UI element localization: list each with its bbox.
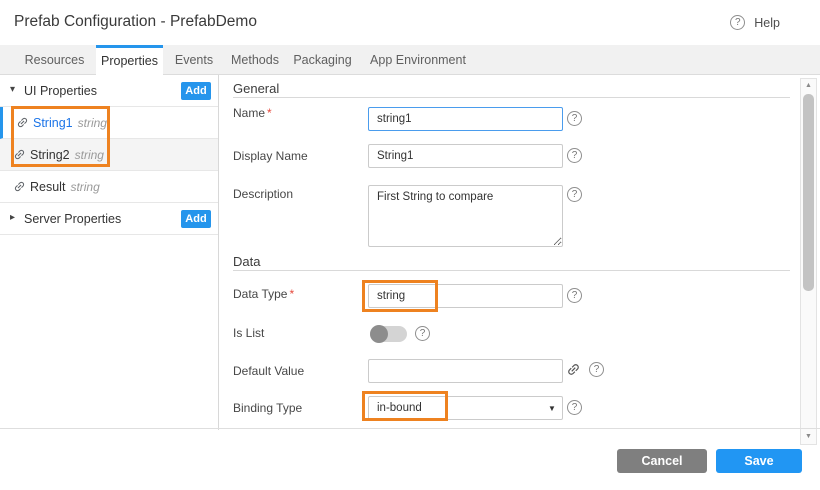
help-link[interactable]: ? Help bbox=[730, 15, 780, 30]
required-marker: * bbox=[289, 287, 294, 301]
scroll-down-icon[interactable]: ▼ bbox=[801, 431, 816, 443]
tab-bar: Resources Properties Events Methods Pack… bbox=[0, 45, 820, 75]
properties-sidebar: ▾ UI Properties Add String1 string String… bbox=[0, 75, 219, 430]
server-properties-header[interactable]: ▸ Server Properties Add bbox=[0, 203, 218, 235]
default-value-label: Default Value bbox=[233, 364, 304, 378]
scrollbar-thumb[interactable] bbox=[803, 94, 814, 291]
tab-app-environment[interactable]: App Environment bbox=[368, 45, 468, 75]
ui-properties-add-button[interactable]: Add bbox=[181, 82, 211, 100]
property-form: General Name* ? Display Name ? Descripti… bbox=[219, 75, 796, 430]
scroll-up-icon[interactable]: ▲ bbox=[801, 80, 816, 92]
property-type: string bbox=[75, 148, 104, 162]
section-divider bbox=[233, 270, 790, 271]
binding-type-select[interactable]: in-bound bbox=[368, 396, 563, 420]
tab-packaging[interactable]: Packaging bbox=[290, 45, 355, 75]
link-icon bbox=[16, 116, 29, 132]
tab-resources[interactable]: Resources bbox=[18, 45, 91, 75]
ui-properties-header[interactable]: ▾ UI Properties Add bbox=[0, 75, 218, 107]
general-section-title: General bbox=[233, 81, 279, 96]
required-marker: * bbox=[267, 106, 272, 120]
description-textarea[interactable]: First String to compare bbox=[368, 185, 563, 247]
help-icon[interactable]: ? bbox=[567, 111, 582, 126]
data-section-title: Data bbox=[233, 254, 260, 269]
binding-type-label: Binding Type bbox=[233, 401, 302, 415]
description-label: Description bbox=[233, 187, 293, 201]
sidebar-item-string1[interactable]: String1 string bbox=[0, 107, 218, 139]
help-label: Help bbox=[754, 16, 780, 30]
is-list-label: Is List bbox=[233, 326, 264, 340]
name-input[interactable] bbox=[368, 107, 563, 131]
display-name-input[interactable] bbox=[368, 144, 563, 168]
sidebar-item-result[interactable]: Result string bbox=[0, 171, 218, 203]
ui-properties-label: UI Properties bbox=[24, 84, 97, 98]
dialog-title: Prefab Configuration - PrefabDemo bbox=[14, 13, 257, 31]
caret-right-icon: ▸ bbox=[10, 212, 15, 223]
vertical-scrollbar[interactable]: ▲ ▼ bbox=[800, 78, 817, 445]
server-properties-add-button[interactable]: Add bbox=[181, 210, 211, 228]
tab-properties[interactable]: Properties bbox=[96, 45, 163, 75]
is-list-toggle[interactable] bbox=[370, 326, 407, 342]
toggle-knob bbox=[370, 325, 388, 343]
server-properties-label: Server Properties bbox=[24, 212, 121, 226]
data-type-label: Data Type* bbox=[233, 287, 294, 301]
tab-methods[interactable]: Methods bbox=[226, 45, 284, 75]
cancel-button[interactable]: Cancel bbox=[617, 449, 707, 473]
property-name: String1 bbox=[33, 116, 73, 130]
tab-events[interactable]: Events bbox=[169, 45, 219, 75]
dialog-header: Prefab Configuration - PrefabDemo ? Help bbox=[0, 0, 820, 45]
property-name: String2 bbox=[30, 148, 70, 162]
link-icon bbox=[13, 180, 26, 196]
help-icon[interactable]: ? bbox=[567, 288, 582, 303]
property-type: string bbox=[78, 116, 107, 130]
help-icon: ? bbox=[730, 15, 745, 30]
help-icon[interactable]: ? bbox=[415, 326, 430, 341]
prefab-configuration-dialog: Prefab Configuration - PrefabDemo ? Help… bbox=[0, 0, 820, 490]
help-icon[interactable]: ? bbox=[567, 400, 582, 415]
help-icon[interactable]: ? bbox=[567, 148, 582, 163]
property-type: string bbox=[70, 180, 99, 194]
footer-divider bbox=[0, 428, 820, 429]
display-name-label: Display Name bbox=[233, 149, 308, 163]
property-name: Result bbox=[30, 180, 65, 194]
default-value-input[interactable] bbox=[368, 359, 563, 383]
section-divider bbox=[233, 97, 790, 98]
name-label: Name* bbox=[233, 106, 272, 120]
data-type-input[interactable] bbox=[368, 284, 563, 308]
bind-link-icon[interactable] bbox=[566, 362, 581, 382]
caret-down-icon: ▾ bbox=[10, 84, 15, 95]
save-button[interactable]: Save bbox=[716, 449, 802, 473]
sidebar-item-string2[interactable]: String2 string bbox=[0, 139, 218, 171]
help-icon[interactable]: ? bbox=[567, 187, 582, 202]
link-icon bbox=[13, 148, 26, 164]
help-icon[interactable]: ? bbox=[589, 362, 604, 377]
